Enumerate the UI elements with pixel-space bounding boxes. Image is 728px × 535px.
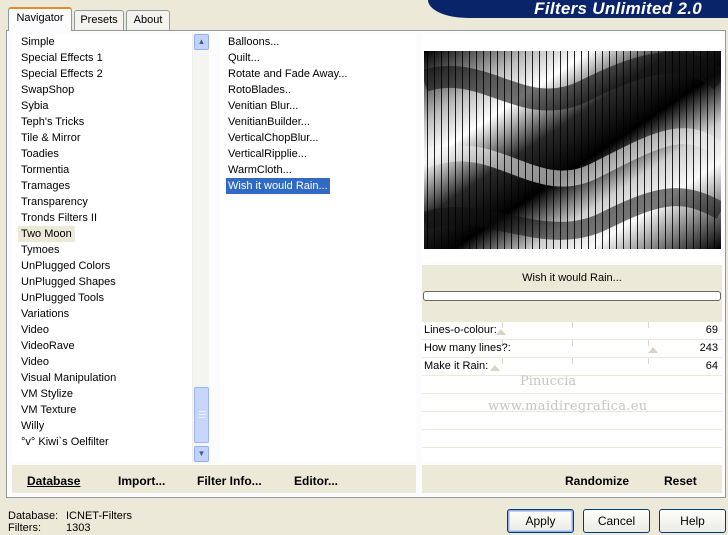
filters-label: Filters: [8, 522, 41, 534]
filter-info-button[interactable]: Filter Info... [197, 474, 262, 488]
slider-thumb-icon[interactable] [496, 329, 506, 335]
progress-bar [423, 291, 721, 301]
category-item[interactable]: Special Effects 1 [18, 50, 106, 66]
filter-item[interactable]: Wish it would Rain... [226, 178, 330, 194]
filter-list[interactable]: Balloons... Quilt... Rotate and Fade Away.… [220, 33, 416, 463]
param-label: How many lines?: [424, 342, 511, 354]
filter-item[interactable]: WarmCloth... [226, 162, 294, 178]
scroll-down-arrow-icon[interactable]: ▼ [194, 446, 209, 462]
category-item[interactable]: Tile & Mirror [18, 130, 83, 146]
category-item[interactable]: Teph's Tricks [18, 114, 87, 130]
scroll-thumb[interactable] [194, 387, 209, 443]
category-item[interactable]: Tronds Filters II [18, 210, 100, 226]
filter-item[interactable]: Quilt... [226, 50, 262, 66]
filter-item[interactable]: Balloons... [226, 34, 281, 50]
tab-about[interactable]: About [126, 10, 170, 30]
category-item[interactable]: Willy [18, 418, 47, 434]
category-item[interactable]: °v° Kiwi`s Oelfilter [18, 434, 112, 450]
category-item[interactable]: VideoRave [18, 338, 78, 354]
filter-item[interactable]: Rotate and Fade Away... [226, 66, 349, 82]
param-row-empty [422, 430, 722, 448]
reset-button[interactable]: Reset [664, 474, 697, 488]
app-title-banner: Filters Unlimited 2.0 [428, 0, 728, 18]
filters-count: 1303 [66, 522, 91, 534]
parameter-panel: Lines-o-colour: 69 How many lines?: 243 … [422, 322, 722, 463]
database-value: ICNET-Filters [66, 510, 132, 522]
import-button[interactable]: Import... [118, 474, 165, 488]
param-row-lines-o-colour[interactable]: Lines-o-colour: 69 [422, 322, 722, 340]
category-item[interactable]: UnPlugged Shapes [18, 274, 119, 290]
param-row-empty [422, 412, 722, 430]
scroll-up-arrow-icon[interactable]: ▲ [194, 34, 209, 50]
database-button[interactable]: Database [27, 474, 80, 488]
database-label: Database: [8, 510, 59, 522]
watermark-name: Pinuccia [520, 374, 577, 389]
cancel-button[interactable]: Cancel [583, 509, 650, 533]
param-value: 69 [705, 324, 718, 336]
category-item[interactable]: Tymoes [18, 242, 63, 258]
category-item[interactable]: UnPlugged Tools [18, 290, 107, 306]
category-item[interactable]: SwapShop [18, 82, 77, 98]
category-item[interactable]: Two Moon [18, 226, 75, 242]
tab-navigator[interactable]: Navigator [8, 7, 72, 31]
preview-filter-name: Wish it would Rain... [522, 272, 622, 284]
category-item[interactable]: Sybia [18, 98, 52, 114]
apply-button[interactable]: Apply [507, 509, 574, 533]
help-button[interactable]: Help [659, 509, 726, 533]
filter-item[interactable]: VerticalChopBlur... [226, 130, 321, 146]
category-item[interactable]: Special Effects 2 [18, 66, 106, 82]
watermark-url: www.maidiregrafica.eu [488, 399, 648, 414]
param-value: 243 [699, 342, 718, 354]
preview-image [420, 51, 728, 249]
category-item[interactable]: Simple [18, 34, 58, 50]
param-row-how-many-lines[interactable]: How many lines?: 243 [422, 340, 722, 358]
filter-item[interactable]: Venitian Blur... [226, 98, 300, 114]
slider-thumb-icon[interactable] [648, 347, 658, 353]
category-item[interactable]: UnPlugged Colors [18, 258, 113, 274]
category-scrollbar[interactable]: ▲ ▼ [192, 33, 209, 463]
param-label: Lines-o-colour: [424, 324, 497, 336]
tab-presets[interactable]: Presets [74, 10, 124, 30]
filter-item[interactable]: VenitianBuilder... [226, 114, 312, 130]
filter-item[interactable]: VerticalRipplie... [226, 146, 309, 162]
category-item[interactable]: VM Stylize [18, 386, 76, 402]
category-item[interactable]: Tramages [18, 178, 73, 194]
slider-thumb-icon[interactable] [490, 365, 500, 371]
randomize-button[interactable]: Randomize [565, 474, 629, 488]
param-value: 64 [705, 360, 718, 372]
category-item[interactable]: Tormentia [18, 162, 72, 178]
category-item[interactable]: Variations [18, 306, 72, 322]
category-list[interactable]: Simple Special Effects 1 Special Effects 2… [12, 33, 192, 463]
editor-button[interactable]: Editor... [294, 474, 338, 488]
category-item[interactable]: VM Texture [18, 402, 79, 418]
category-item[interactable]: Visual Manipulation [18, 370, 119, 386]
category-item[interactable]: Toadies [18, 146, 62, 162]
param-label: Make it Rain: [424, 360, 489, 372]
category-item[interactable]: Video [18, 322, 52, 338]
category-item[interactable]: Transparency [18, 194, 91, 210]
filter-item[interactable]: RotoBlades.. [226, 82, 293, 98]
category-item[interactable]: Video [18, 354, 52, 370]
